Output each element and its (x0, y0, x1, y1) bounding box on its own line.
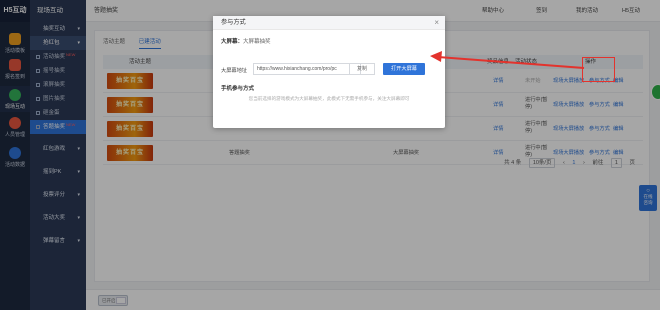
mode-note: 您当前选择的游戏模式为大屏幕抽奖，此模式下无需手机参与，关注大屏幕即可 (248, 96, 410, 101)
close-icon[interactable]: × (434, 17, 439, 29)
screen-section-title: 大屏幕：大屏幕抽奖 (221, 39, 271, 45)
open-screen-button[interactable]: 打开大屏幕 (383, 63, 425, 75)
mobile-section-title: 手机参与方式 (221, 86, 255, 92)
dialog-title: 参与方式 (213, 16, 445, 30)
annotation-highlight-box (582, 57, 615, 82)
copy-button[interactable]: 复制 (349, 63, 375, 75)
participation-dialog: 参与方式 × 大屏幕：大屏幕抽奖 大屏幕地址 https://www.hixia… (213, 16, 445, 128)
screen-mode: 大屏幕抽奖 (243, 39, 271, 45)
screen-url-field[interactable]: https://www.hixianchang.com/pro/pc (253, 63, 361, 75)
url-label: 大屏幕地址 (221, 68, 247, 74)
